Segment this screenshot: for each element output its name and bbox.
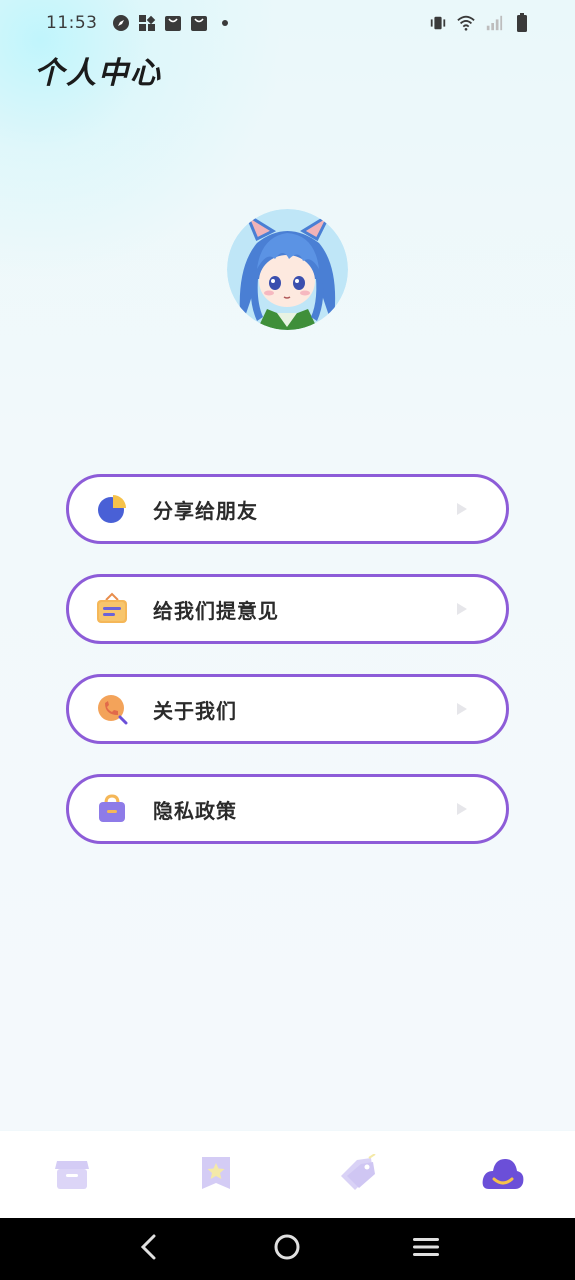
menu-icon	[412, 1235, 440, 1263]
phone-icon	[95, 692, 129, 726]
chevron-right-icon	[456, 601, 470, 617]
status-bar: 11:53	[0, 0, 575, 46]
tab-profile[interactable]	[431, 1131, 575, 1218]
menu-item-label: 关于我们	[153, 698, 237, 723]
menu-item-label: 隐私政策	[153, 798, 237, 823]
chevron-right-icon	[456, 801, 470, 817]
chevron-right-icon	[456, 501, 470, 517]
dot-icon	[216, 14, 234, 32]
home-icon	[273, 1233, 301, 1265]
menu-item-label: 分享给朋友	[153, 498, 258, 523]
back-button[interactable]	[129, 1229, 169, 1269]
cloud-smile-icon	[481, 1155, 525, 1195]
bag-icon	[164, 14, 182, 32]
page-title: 个人中心	[34, 56, 162, 91]
chevron-right-icon	[456, 701, 470, 717]
avatar[interactable]	[227, 209, 348, 330]
menu-item-privacy[interactable]: 隐私政策	[66, 774, 509, 844]
tab-home[interactable]	[0, 1131, 144, 1218]
signal-icon	[485, 14, 503, 32]
box-icon	[53, 1155, 91, 1195]
menu-item-label: 给我们提意见	[153, 598, 279, 623]
menu-item-feedback[interactable]: 给我们提意见	[66, 574, 509, 644]
recents-button[interactable]	[406, 1229, 446, 1269]
menu-item-share[interactable]: 分享给朋友	[66, 474, 509, 544]
tag-icon	[339, 1152, 379, 1196]
menu-item-about[interactable]: 关于我们	[66, 674, 509, 744]
back-icon	[139, 1234, 159, 1264]
bag-icon	[190, 14, 208, 32]
vibrate-icon	[429, 14, 447, 32]
grid-icon	[138, 14, 156, 32]
status-time: 11:53	[46, 13, 98, 33]
bottom-tab-bar	[0, 1131, 575, 1218]
home-button[interactable]	[267, 1229, 307, 1269]
tab-favorites[interactable]	[144, 1131, 288, 1218]
pie-chart-icon	[95, 492, 129, 526]
compass-icon	[112, 14, 130, 32]
tab-tags[interactable]	[288, 1131, 432, 1218]
wifi-icon	[457, 14, 475, 32]
menu-list: 分享给朋友 给我们提意见 关于我们 隐私政策	[66, 474, 509, 874]
star-card-icon	[198, 1155, 234, 1195]
lock-bag-icon	[95, 792, 129, 826]
feedback-box-icon	[95, 592, 129, 626]
battery-icon	[513, 13, 531, 32]
system-nav-bar	[0, 1218, 575, 1280]
